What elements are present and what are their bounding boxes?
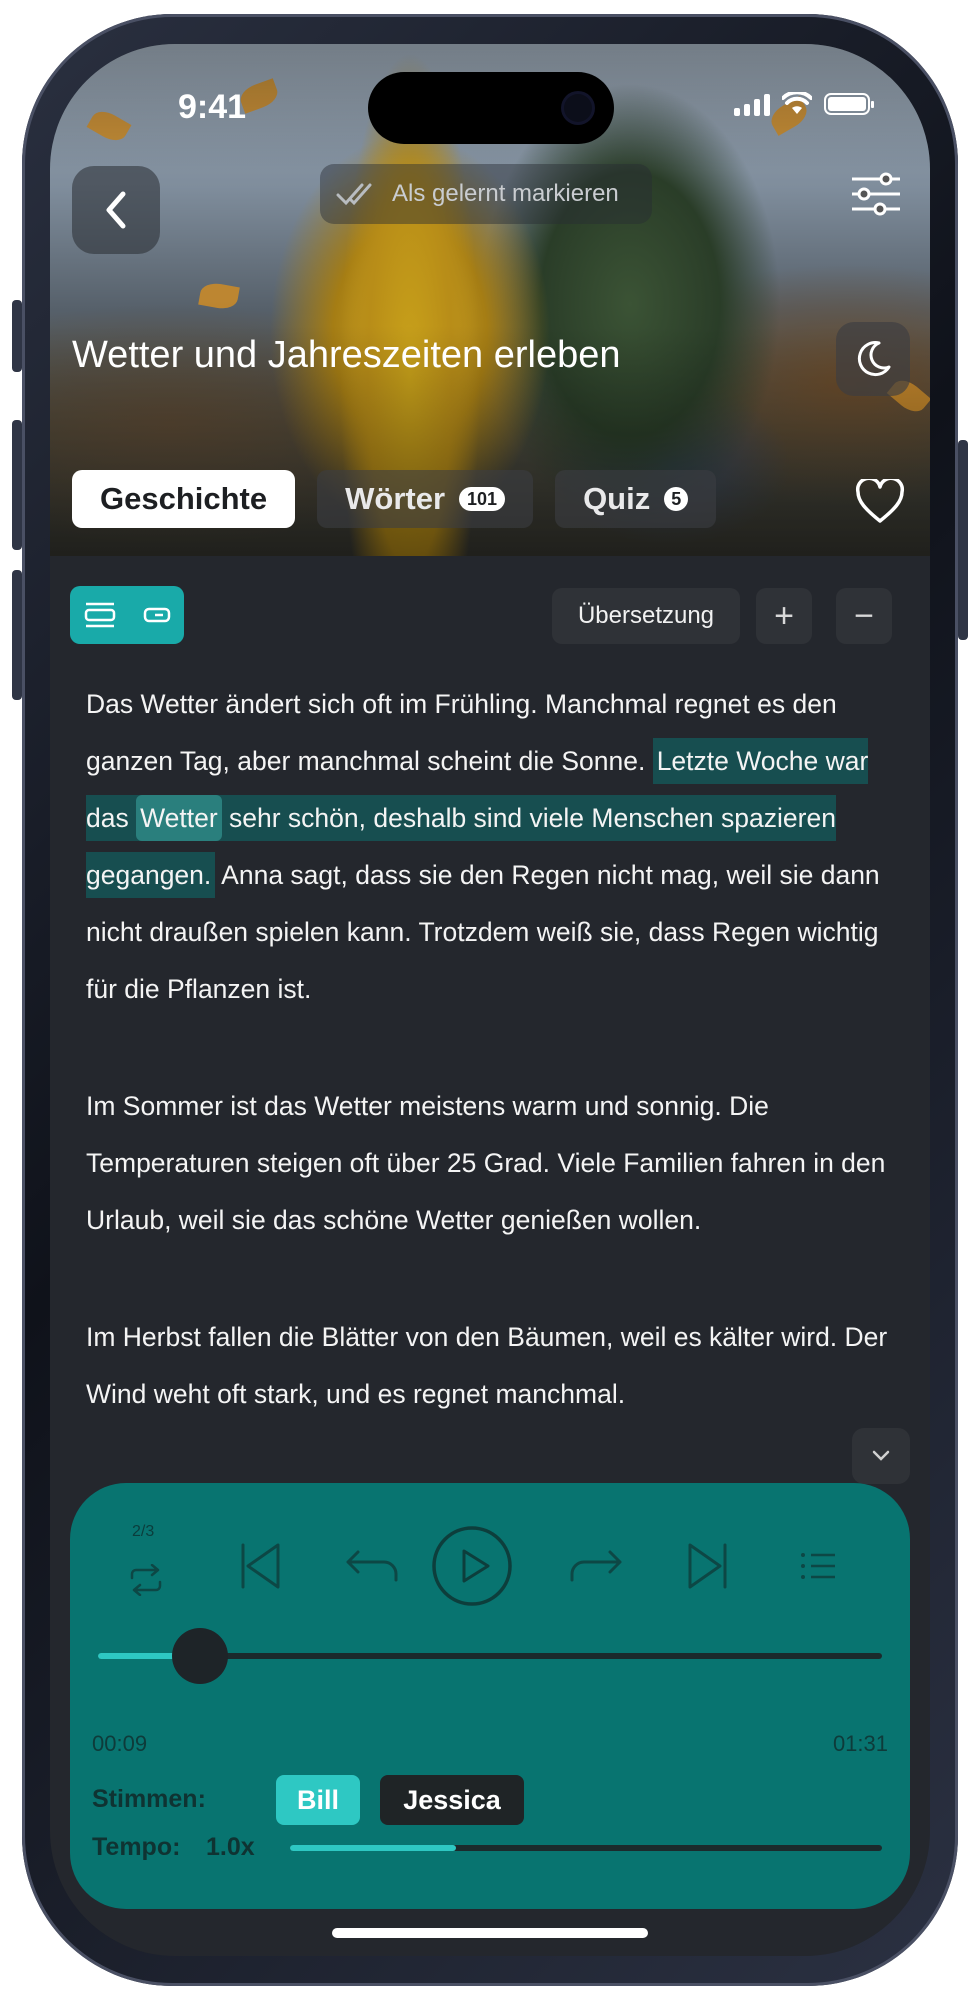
tempo-value: 1.0x xyxy=(206,1833,255,1861)
action-button xyxy=(12,300,22,372)
repeat-icon xyxy=(130,1564,162,1596)
play-icon xyxy=(432,1526,512,1606)
translation-button[interactable]: Übersetzung xyxy=(552,588,740,644)
rewind-icon xyxy=(346,1550,398,1582)
previous-button[interactable] xyxy=(220,1521,300,1611)
forward-icon xyxy=(570,1550,622,1582)
status-time: 9:41 xyxy=(178,88,247,126)
audio-player: 2/3 00:09 01:31 Stimmen: Bill Jessica Te… xyxy=(70,1483,910,1909)
forward-button[interactable] xyxy=(556,1521,636,1611)
tab-geschichte[interactable]: Geschichte xyxy=(72,470,296,528)
volume-down-button xyxy=(12,570,22,700)
tab-label: Wörter xyxy=(345,481,446,516)
mark-learned-label: Als gelernt markieren xyxy=(392,180,619,207)
tab-woerter[interactable]: Wörter 101 xyxy=(317,470,534,528)
story-paragraph[interactable]: Im Herbst fallen die Blätter von den Bäu… xyxy=(86,1309,894,1423)
back-button[interactable] xyxy=(72,166,160,254)
playlist-button[interactable] xyxy=(778,1521,858,1611)
paragraph-view-icon xyxy=(84,602,115,628)
next-button[interactable] xyxy=(668,1521,748,1611)
status-icons xyxy=(734,92,874,116)
story-title: Wetter und Jahreszeiten erleben xyxy=(72,334,621,376)
list-icon xyxy=(801,1553,835,1579)
progress-knob[interactable] xyxy=(171,1628,228,1684)
dynamic-island xyxy=(368,72,614,144)
story-paragraph[interactable]: Im Sommer ist das Wetter meistens warm u… xyxy=(86,1078,894,1249)
sentence-view-icon xyxy=(143,607,170,623)
tab-label: Geschichte xyxy=(100,481,268,516)
tab-bar: Geschichte Wörter 101 Quiz 5 xyxy=(72,470,717,528)
tab-quiz[interactable]: Quiz 5 xyxy=(555,470,717,528)
sliders-icon xyxy=(852,172,900,216)
font-increase-button[interactable]: + xyxy=(756,588,812,644)
skip-forward-icon xyxy=(688,1543,727,1589)
story-paragraph: Das Wetter ändert sich oft im Frühling. … xyxy=(86,676,894,1018)
moon-icon xyxy=(857,341,891,377)
tempo-fill xyxy=(290,1845,456,1851)
count-badge: 5 xyxy=(664,487,689,511)
double-check-icon xyxy=(336,183,372,206)
current-time: 00:09 xyxy=(92,1731,148,1756)
player-controls: 2/3 xyxy=(70,1521,910,1621)
wifi-icon xyxy=(782,92,812,114)
tempo-slider[interactable] xyxy=(290,1845,882,1851)
chevron-down-icon xyxy=(872,1450,890,1461)
dark-mode-button[interactable] xyxy=(836,322,910,396)
font-decrease-button[interactable]: − xyxy=(836,588,892,644)
voice-bill-button[interactable]: Bill xyxy=(276,1775,360,1825)
chevron-left-icon xyxy=(106,191,126,229)
tempo-label: Tempo: xyxy=(92,1833,181,1861)
voice-jessica-button[interactable]: Jessica xyxy=(380,1775,524,1825)
reader-toolbar: Übersetzung + − xyxy=(50,556,930,656)
favorite-button[interactable] xyxy=(852,474,908,530)
repeat-button[interactable] xyxy=(106,1535,186,1625)
scroll-down-button[interactable] xyxy=(852,1428,910,1484)
power-button xyxy=(958,440,968,640)
current-word[interactable]: Wetter xyxy=(136,795,222,841)
count-badge: 101 xyxy=(459,487,506,511)
heart-icon xyxy=(855,479,905,523)
view-mode-toggle[interactable] xyxy=(70,586,184,644)
battery-icon xyxy=(824,93,874,115)
story-text: Das Wetter ändert sich oft im Frühling. … xyxy=(86,676,894,1436)
signal-icon xyxy=(734,92,770,116)
total-time: 01:31 xyxy=(832,1731,888,1756)
tab-label: Quiz xyxy=(583,481,651,516)
play-button[interactable] xyxy=(430,1521,514,1611)
skip-back-icon xyxy=(241,1543,280,1589)
playback-progress-bar[interactable] xyxy=(98,1628,882,1684)
mark-learned-button[interactable]: Als gelernt markieren xyxy=(320,164,652,224)
screen: 9:41 Als gelernt markieren Wetter und Ja… xyxy=(50,44,930,1956)
voices-label: Stimmen: xyxy=(92,1785,206,1813)
volume-up-button xyxy=(12,420,22,550)
home-indicator xyxy=(332,1928,648,1938)
settings-button[interactable] xyxy=(844,162,908,226)
rewind-button[interactable] xyxy=(332,1521,412,1611)
